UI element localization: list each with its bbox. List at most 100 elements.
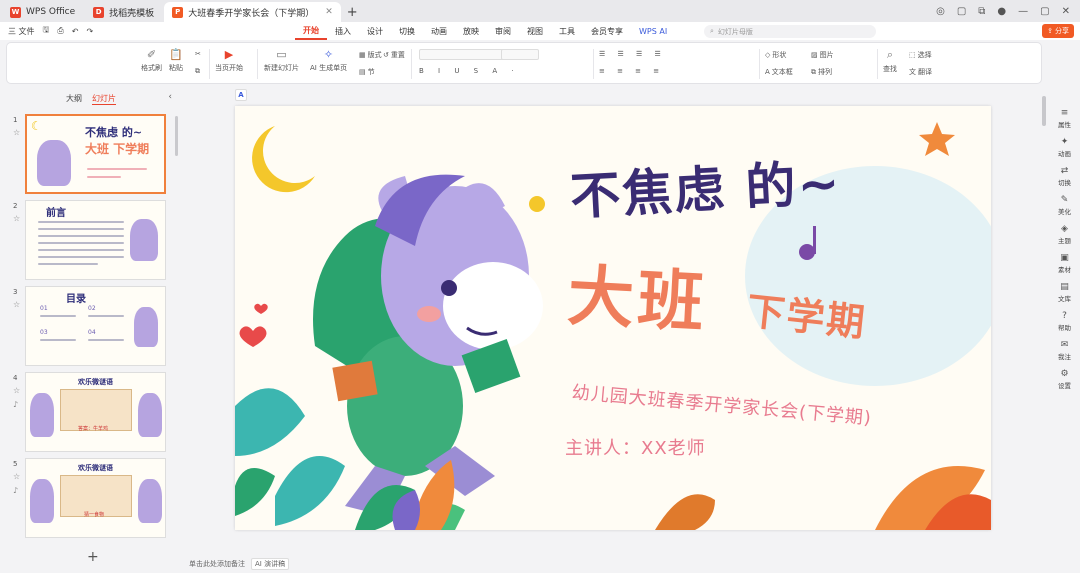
layout-icon: ▦ <box>359 51 366 59</box>
new-slide-button[interactable]: ▭ 新建幻灯片 <box>264 48 299 73</box>
toc-item: 02 <box>88 305 96 312</box>
layout-button[interactable]: ▦ 版式 <box>359 50 382 60</box>
add-slide-button[interactable]: + <box>87 549 99 565</box>
slide-thumbnail[interactable]: 欢乐微谜语 猜一食物 <box>25 458 166 538</box>
thumb-line <box>87 168 147 170</box>
slide-thumbnail[interactable]: ☾ 不焦虑 的~ 大班 下学期 <box>25 114 166 194</box>
slide-thumbnail[interactable]: 前言 <box>25 200 166 280</box>
textbox-button[interactable]: A 文本框 <box>765 67 793 77</box>
close-window-icon[interactable]: ✕ <box>1062 6 1070 17</box>
ai-assist-icon[interactable]: A <box>235 89 247 101</box>
close-tab-icon[interactable]: ✕ <box>325 7 333 17</box>
ai-slide-label: AI 生成单页 <box>310 64 348 72</box>
slide-thumbnail-row: 5 ☆ ♪ 欢乐微谜语 猜一食物 <box>0 458 180 540</box>
music-note-stem <box>813 226 816 254</box>
minimize-icon[interactable]: — <box>1018 6 1028 17</box>
sidebar-item-library[interactable]: ▤ 文库 <box>1049 282 1080 303</box>
sidebar-label: 帮助 <box>1058 324 1071 332</box>
align-buttons[interactable]: ≡ ≡ ≡ ≡ <box>599 67 664 75</box>
cut-icon[interactable]: ✂ <box>195 50 201 58</box>
tab-template[interactable]: D 找稻壳模板 <box>85 2 162 22</box>
play-icon: ▶ <box>224 48 234 61</box>
undo-icon[interactable]: ↶ <box>72 27 79 36</box>
arrange-button[interactable]: ⧉ 排列 <box>811 67 832 77</box>
sidebar-item-help[interactable]: ? 帮助 <box>1049 311 1080 332</box>
maximize-icon[interactable]: ▢ <box>1040 6 1049 17</box>
donkey-illustration <box>134 307 158 347</box>
slide-thumbnail[interactable]: 欢乐微谜语 答案：牛羊鸡 <box>25 372 166 452</box>
tab-wps-office[interactable]: W WPS Office <box>2 2 83 22</box>
editor-scrollbar[interactable] <box>1042 96 1046 126</box>
sidebar-label: 动画 <box>1058 150 1071 158</box>
search-input[interactable]: ⌕ 幻灯片母版 <box>704 25 876 38</box>
right-sidebar: ≡ 属性 ✦ 动画 ⇄ 切换 ✎ 美化 ◈ 主题 ▣ 素材 ▤ 文库 ? 帮助 ✉ 我注 ⚙ 设置 <box>1049 86 1080 556</box>
new-tab-button[interactable]: + <box>347 2 358 22</box>
menu-tab-transition[interactable]: 切换 <box>391 22 423 40</box>
avatar-icon[interactable]: ● <box>997 6 1006 17</box>
print-icon[interactable]: ⎙ <box>57 26 63 36</box>
find-button[interactable]: ⌕ 查找 <box>883 48 897 74</box>
thumb-line <box>40 315 76 317</box>
ai-speech-button[interactable]: AI 演讲稿 <box>251 557 290 570</box>
sidebar-item-beautify[interactable]: ✎ 美化 <box>1049 195 1080 216</box>
thumb-line <box>38 249 124 251</box>
tab-slides[interactable]: 幻灯片 <box>92 93 116 105</box>
sidebar-item-transition[interactable]: ⇄ 切换 <box>1049 166 1080 187</box>
play-from-current-button[interactable]: ▶ 当页开始 <box>215 48 243 73</box>
section-button[interactable]: ▤ 节 <box>359 67 375 77</box>
font-size-select[interactable] <box>501 49 539 60</box>
sync-icon[interactable]: ◎ <box>936 6 945 17</box>
menu-tab-wps-ai[interactable]: WPS AI <box>631 22 675 40</box>
sidebar-item-notes[interactable]: ✉ 我注 <box>1049 340 1080 361</box>
layout-icon[interactable]: ⧉ <box>978 6 985 17</box>
select-button[interactable]: ⬚ 选择 <box>909 50 932 60</box>
ai-slide-button[interactable]: ✧ AI 生成单页 <box>310 48 347 73</box>
collapse-panel-icon[interactable]: ‹ <box>168 92 172 102</box>
menu-tab-home[interactable]: 开始 <box>295 22 327 40</box>
redo-icon[interactable]: ↷ <box>86 27 93 36</box>
translate-button[interactable]: 文翻译 <box>909 67 932 77</box>
menu-tab-tools[interactable]: 工具 <box>551 22 583 40</box>
reset-button[interactable]: ↺ 重置 <box>383 50 405 60</box>
slide-title-main[interactable]: 大班 <box>566 242 711 345</box>
tab-outline[interactable]: 大纲 <box>66 93 82 105</box>
thumb-line <box>38 221 124 223</box>
share-label: 分享 <box>1055 27 1069 35</box>
menu-tab-insert[interactable]: 插入 <box>327 22 359 40</box>
menu-tab-member[interactable]: 会员专享 <box>583 22 631 40</box>
picture-button[interactable]: ▨ 图片 <box>811 50 834 60</box>
menu-tab-view[interactable]: 视图 <box>519 22 551 40</box>
window-icon[interactable]: ▢ <box>957 6 966 17</box>
sidebar-item-material[interactable]: ▣ 素材 <box>1049 253 1080 274</box>
menu-tab-animation[interactable]: 动画 <box>423 22 455 40</box>
wps-logo-icon: W <box>10 6 21 18</box>
sidebar-item-settings[interactable]: ⚙ 设置 <box>1049 369 1080 390</box>
file-menu[interactable]: 三 文件 <box>8 26 35 37</box>
format-painter-button[interactable]: ✐ 格式刷 <box>141 48 162 73</box>
menu-bar: 三 文件 🖫 ⎙ ↶ ↷ 开始 插入 设计 切换 动画 放映 审阅 视图 工具 … <box>0 22 1080 40</box>
slide-presenter[interactable]: 主讲人：XX老师 <box>565 434 706 460</box>
shape-button[interactable]: ◇ 形状 <box>765 50 786 60</box>
paragraph-buttons[interactable]: ☰ ☰ ☰ ☰ <box>599 50 666 58</box>
tab-label: 大班春季开学家长会（下学期） <box>188 8 315 19</box>
save-icon[interactable]: 🖫 <box>43 24 50 38</box>
heart-icon <box>254 303 268 314</box>
notes-placeholder[interactable]: 单击此处添加备注 <box>189 559 245 569</box>
copy-icon[interactable]: ⧉ <box>195 67 200 76</box>
slide-title[interactable]: 不焦虑 的~ <box>568 143 843 229</box>
paste-button[interactable]: 📋 粘贴 <box>169 48 183 73</box>
slide-canvas[interactable]: 不焦虑 的~ 大班 下学期 幼儿园大班春季开学家长会(下学期) 主讲人：XX老师 <box>235 106 991 530</box>
play-label: 当页开始 <box>215 64 243 72</box>
sidebar-item-properties[interactable]: ≡ 属性 <box>1049 108 1080 129</box>
menu-tab-review[interactable]: 审阅 <box>487 22 519 40</box>
menu-tab-slideshow[interactable]: 放映 <box>455 22 487 40</box>
brush-icon: ✐ <box>146 48 157 61</box>
sidebar-item-theme[interactable]: ◈ 主题 <box>1049 224 1080 245</box>
help-icon: ? <box>1062 311 1067 321</box>
slide-thumbnail[interactable]: 目录 01 02 03 04 <box>25 286 166 366</box>
text-format-buttons[interactable]: B I U S A · <box>419 67 520 75</box>
sidebar-item-animation[interactable]: ✦ 动画 <box>1049 137 1080 158</box>
tab-presentation[interactable]: P 大班春季开学家长会（下学期） ✕ <box>164 2 341 22</box>
share-button[interactable]: ⇪ 分享 <box>1042 24 1074 38</box>
menu-tab-design[interactable]: 设计 <box>359 22 391 40</box>
